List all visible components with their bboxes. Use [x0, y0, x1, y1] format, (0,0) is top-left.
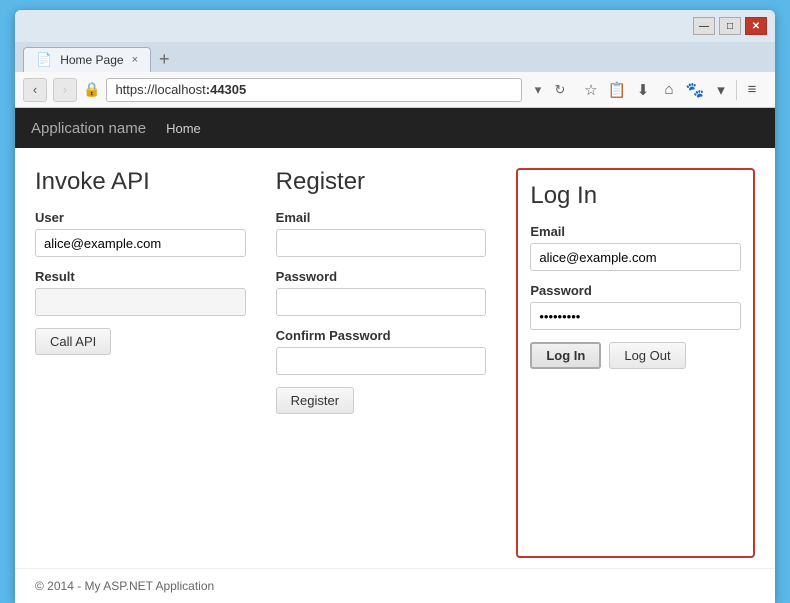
- user-group: User: [35, 210, 246, 257]
- result-label: Result: [35, 269, 246, 284]
- login-button[interactable]: Log In: [530, 342, 601, 369]
- minimize-button[interactable]: —: [693, 17, 715, 35]
- user-input[interactable]: [35, 229, 246, 257]
- title-bar: — □ ✕: [15, 10, 775, 42]
- invoke-api-section: Invoke API User Result Call API: [35, 168, 246, 558]
- nav-home-link[interactable]: Home: [166, 121, 201, 136]
- maximize-button[interactable]: □: [719, 17, 741, 35]
- result-input: [35, 288, 246, 316]
- app-name: Application name: [31, 120, 146, 137]
- login-email-label: Email: [530, 224, 741, 239]
- login-password-label: Password: [530, 283, 741, 298]
- footer: © 2014 - My ASP.NET Application: [15, 568, 775, 603]
- toolbar-icons: ☆ 📋 ⬇ ⌂ 🐾 ▾ ≡: [576, 79, 767, 101]
- active-tab[interactable]: 📄 Home Page ×: [23, 47, 151, 72]
- register-button[interactable]: Register: [276, 387, 354, 414]
- login-heading: Log In: [530, 182, 741, 210]
- url-dropdown[interactable]: ▾: [528, 80, 548, 100]
- back-button[interactable]: ‹: [23, 78, 47, 102]
- app-container: Application name Home Invoke API User Re…: [15, 108, 775, 603]
- reg-password-group: Password: [276, 269, 487, 316]
- bookmark-icon[interactable]: 🐾: [684, 79, 706, 101]
- download-icon[interactable]: ⬇: [632, 79, 654, 101]
- footer-text: © 2014 - My ASP.NET Application: [35, 579, 214, 593]
- user-label: User: [35, 210, 246, 225]
- forward-button[interactable]: ›: [53, 78, 77, 102]
- new-tab-button[interactable]: +: [151, 46, 178, 72]
- register-heading: Register: [276, 168, 487, 196]
- url-input[interactable]: https://localhost:44305: [106, 78, 522, 102]
- address-bar: ‹ › 🔒 https://localhost:44305 ▾ ↻ ☆ 📋 ⬇ …: [15, 72, 775, 108]
- refresh-button[interactable]: ↻: [550, 80, 570, 100]
- bookmark-dropdown[interactable]: ▾: [710, 79, 732, 101]
- url-text: https://localhost: [115, 82, 205, 97]
- register-section: Register Email Password Confirm Password…: [276, 168, 487, 558]
- reg-confirm-input[interactable]: [276, 347, 487, 375]
- result-group: Result: [35, 269, 246, 316]
- window-controls: — □ ✕: [693, 17, 767, 35]
- login-email-group: Email: [530, 224, 741, 271]
- close-button[interactable]: ✕: [745, 17, 767, 35]
- invoke-api-heading: Invoke API: [35, 168, 246, 196]
- login-section: Log In Email Password Log In Log Out: [516, 168, 755, 558]
- clipboard-icon[interactable]: 📋: [606, 79, 628, 101]
- login-password-input[interactable]: [530, 302, 741, 330]
- hamburger-menu[interactable]: ≡: [741, 79, 763, 101]
- login-email-input[interactable]: [530, 243, 741, 271]
- home-icon[interactable]: ⌂: [658, 79, 680, 101]
- security-icon: 🔒: [83, 81, 100, 98]
- app-navbar: Application name Home: [15, 108, 775, 148]
- url-port: :44305: [206, 82, 246, 97]
- call-api-button[interactable]: Call API: [35, 328, 111, 355]
- tab-favicon: 📄: [36, 52, 52, 68]
- tab-title: Home Page: [60, 53, 123, 67]
- reg-password-label: Password: [276, 269, 487, 284]
- reg-confirm-group: Confirm Password: [276, 328, 487, 375]
- tab-bar: 📄 Home Page × +: [15, 42, 775, 72]
- logout-button[interactable]: Log Out: [609, 342, 685, 369]
- browser-window: — □ ✕ 📄 Home Page × + ‹ › 🔒 https://loca…: [15, 10, 775, 603]
- reg-email-group: Email: [276, 210, 487, 257]
- reg-confirm-label: Confirm Password: [276, 328, 487, 343]
- login-password-group: Password: [530, 283, 741, 330]
- tab-close-button[interactable]: ×: [132, 54, 138, 66]
- star-icon[interactable]: ☆: [580, 79, 602, 101]
- reg-password-input[interactable]: [276, 288, 487, 316]
- app-body: Invoke API User Result Call API Register…: [15, 148, 775, 568]
- reg-email-input[interactable]: [276, 229, 487, 257]
- separator: [736, 80, 737, 100]
- reg-email-label: Email: [276, 210, 487, 225]
- url-actions: ▾ ↻: [528, 80, 570, 100]
- login-buttons: Log In Log Out: [530, 342, 741, 369]
